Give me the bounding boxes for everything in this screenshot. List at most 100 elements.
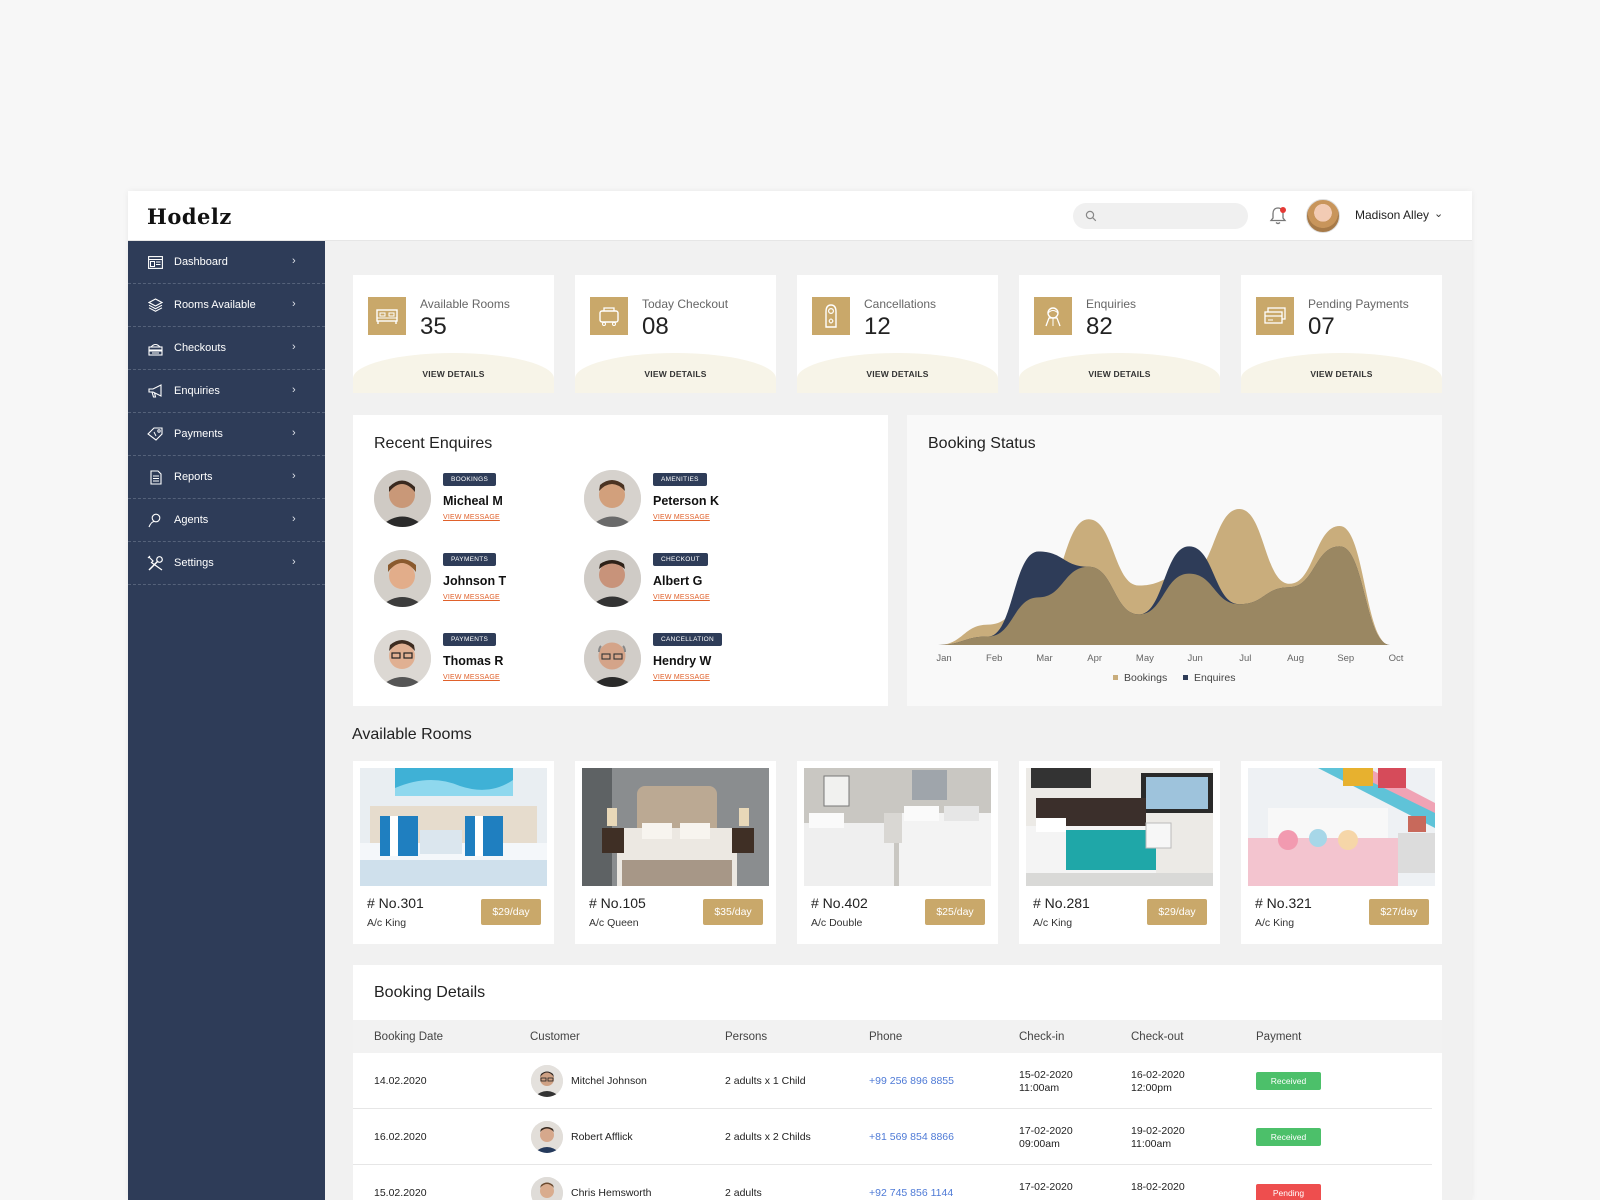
- enquirer-name: Thomas R: [443, 654, 504, 668]
- view-message-link[interactable]: VIEW MESSAGE: [443, 514, 500, 521]
- view-details-button[interactable]: VIEW DETAILS: [575, 369, 776, 379]
- table-header: Booking Date Customer Persons Phone Chec…: [353, 1020, 1442, 1053]
- table-row[interactable]: 15.02.2020 Chris Hemsworth 2 adults +92 …: [353, 1165, 1432, 1200]
- stat-value: 08: [642, 313, 669, 340]
- room-price-badge[interactable]: $29/day: [481, 899, 541, 925]
- stat-label: Cancellations: [864, 297, 937, 311]
- sidebar-item-reports[interactable]: Reports ›: [128, 456, 325, 499]
- room-price-badge[interactable]: $29/day: [1147, 899, 1207, 925]
- enquirer-name: Johnson T: [443, 574, 507, 588]
- room-price-badge[interactable]: $25/day: [925, 899, 985, 925]
- room-number: # No.301: [367, 895, 424, 911]
- chevron-right-icon: ›: [292, 341, 296, 353]
- enquiry-item: AMENITIES Peterson K VIEW MESSAGE: [584, 470, 774, 530]
- logo[interactable]: Hodelz: [147, 204, 232, 229]
- avatar[interactable]: [584, 550, 641, 607]
- room-type: A/c Queen: [589, 917, 639, 929]
- view-message-link[interactable]: VIEW MESSAGE: [443, 594, 500, 601]
- search-icon: [1085, 210, 1097, 222]
- search-input[interactable]: [1103, 207, 1238, 225]
- check-in-time: 11:00am: [1019, 1082, 1060, 1094]
- chevron-down-icon[interactable]: ⌄: [1434, 207, 1443, 220]
- customer-name: Mitchel Johnson: [571, 1075, 647, 1087]
- phone-link[interactable]: +99 256 896 8855: [869, 1075, 954, 1087]
- customer-avatar: [531, 1177, 563, 1200]
- check-in-date: 15-02-2020: [1019, 1069, 1073, 1081]
- stat-label: Today Checkout: [642, 297, 729, 311]
- column-header[interactable]: Check-out: [1131, 1031, 1183, 1043]
- room-card[interactable]: # No.321 A/c King $27/day: [1241, 761, 1442, 944]
- table-row[interactable]: 14.02.2020 Mitchel Johnson 2 adults x 1 …: [353, 1053, 1432, 1109]
- room-number: # No.321: [1255, 895, 1312, 911]
- view-message-link[interactable]: VIEW MESSAGE: [653, 514, 710, 521]
- stat-value: 82: [1086, 313, 1113, 340]
- user-avatar[interactable]: [1306, 199, 1340, 233]
- enquiry-item: CANCELLATION Hendry W VIEW MESSAGE: [584, 630, 774, 690]
- check-out-date: 18-02-2020: [1131, 1181, 1185, 1193]
- category-tag: BOOKINGS: [443, 473, 497, 486]
- sidebar-item-rooms-available[interactable]: Rooms Available ›: [128, 284, 325, 327]
- booking-details-panel: Booking Details Booking Date Customer Pe…: [353, 965, 1442, 1200]
- customer-name: Chris Hemsworth: [571, 1187, 652, 1199]
- sidebar-item-enquiries[interactable]: Enquiries ›: [128, 370, 325, 413]
- legend-swatch: [1113, 675, 1118, 680]
- category-tag: PAYMENTS: [443, 633, 497, 646]
- view-details-button[interactable]: VIEW DETAILS: [353, 369, 554, 379]
- payment-status-badge: Pending: [1256, 1184, 1321, 1200]
- column-header[interactable]: Check-in: [1019, 1031, 1064, 1043]
- megaphone-icon: [147, 383, 164, 400]
- app-window: Hodelz Madison Alley ⌄ Dashboard › Rooms…: [128, 191, 1472, 1200]
- customer-avatar: [531, 1121, 563, 1153]
- view-details-button[interactable]: VIEW DETAILS: [1019, 369, 1220, 379]
- notification-bell-icon[interactable]: [1269, 206, 1287, 226]
- view-message-link[interactable]: VIEW MESSAGE: [653, 594, 710, 601]
- stat-card-pending-payments: Pending Payments 07 VIEW DETAILS: [1241, 275, 1442, 393]
- avatar[interactable]: [584, 470, 641, 527]
- room-card[interactable]: # No.281 A/c King $29/day: [1019, 761, 1220, 944]
- sidebar-item-payments[interactable]: Payments ›: [128, 413, 325, 456]
- section-title-available-rooms: Available Rooms: [352, 726, 472, 743]
- chevron-right-icon: ›: [292, 513, 296, 525]
- search-box[interactable]: [1073, 203, 1248, 229]
- view-details-button[interactable]: VIEW DETAILS: [1241, 369, 1442, 379]
- column-header[interactable]: Phone: [869, 1031, 902, 1043]
- enquiry-item: BOOKINGS Micheal M VIEW MESSAGE: [374, 470, 564, 530]
- room-price-badge[interactable]: $27/day: [1369, 899, 1429, 925]
- stat-card-cancellations: Cancellations 12 VIEW DETAILS: [797, 275, 998, 393]
- x-tick-label: Sep: [1337, 653, 1354, 664]
- room-card[interactable]: # No.402 A/c Double $25/day: [797, 761, 998, 944]
- room-photo: [1248, 768, 1435, 886]
- room-price-badge[interactable]: $35/day: [703, 899, 763, 925]
- avatar[interactable]: [374, 470, 431, 527]
- column-header[interactable]: Customer: [530, 1031, 580, 1043]
- sidebar-item-settings[interactable]: Settings ›: [128, 542, 325, 585]
- view-message-link[interactable]: VIEW MESSAGE: [653, 674, 710, 681]
- top-bar: Hodelz Madison Alley ⌄: [128, 191, 1472, 241]
- sidebar-item-agents[interactable]: Agents ›: [128, 499, 325, 542]
- cash-register-icon: [147, 340, 164, 357]
- sidebar-item-label: Settings: [174, 557, 214, 569]
- enquirer-name: Hendry W: [653, 654, 712, 668]
- column-header[interactable]: Payment: [1256, 1031, 1301, 1043]
- view-message-link[interactable]: VIEW MESSAGE: [443, 674, 500, 681]
- view-details-button[interactable]: VIEW DETAILS: [797, 369, 998, 379]
- check-out: 16-02-2020 12:00pm: [1131, 1069, 1185, 1095]
- column-header[interactable]: Booking Date: [374, 1031, 443, 1043]
- sidebar-item-checkouts[interactable]: Checkouts ›: [128, 327, 325, 370]
- room-card[interactable]: # No.105 A/c Queen $35/day: [575, 761, 776, 944]
- table-row[interactable]: 16.02.2020 Robert Afflick 2 adults x 2 C…: [353, 1109, 1432, 1165]
- room-card[interactable]: # No.301 A/c King $29/day: [353, 761, 554, 944]
- column-header[interactable]: Persons: [725, 1031, 767, 1043]
- room-type: A/c King: [1255, 917, 1295, 929]
- phone-link[interactable]: +92 745 856 1144: [869, 1187, 953, 1199]
- avatar[interactable]: [374, 550, 431, 607]
- phone-link[interactable]: +81 569 854 8866: [869, 1131, 954, 1143]
- avatar[interactable]: [374, 630, 431, 687]
- sidebar-item-dashboard[interactable]: Dashboard ›: [128, 241, 325, 284]
- user-name[interactable]: Madison Alley: [1355, 208, 1429, 222]
- avatar[interactable]: [584, 630, 641, 687]
- room-type: A/c King: [1033, 917, 1073, 929]
- x-tick-label: Feb: [986, 653, 1002, 664]
- check-out-time: 12:00pm: [1131, 1082, 1172, 1094]
- sidebar-item-label: Checkouts: [174, 342, 226, 354]
